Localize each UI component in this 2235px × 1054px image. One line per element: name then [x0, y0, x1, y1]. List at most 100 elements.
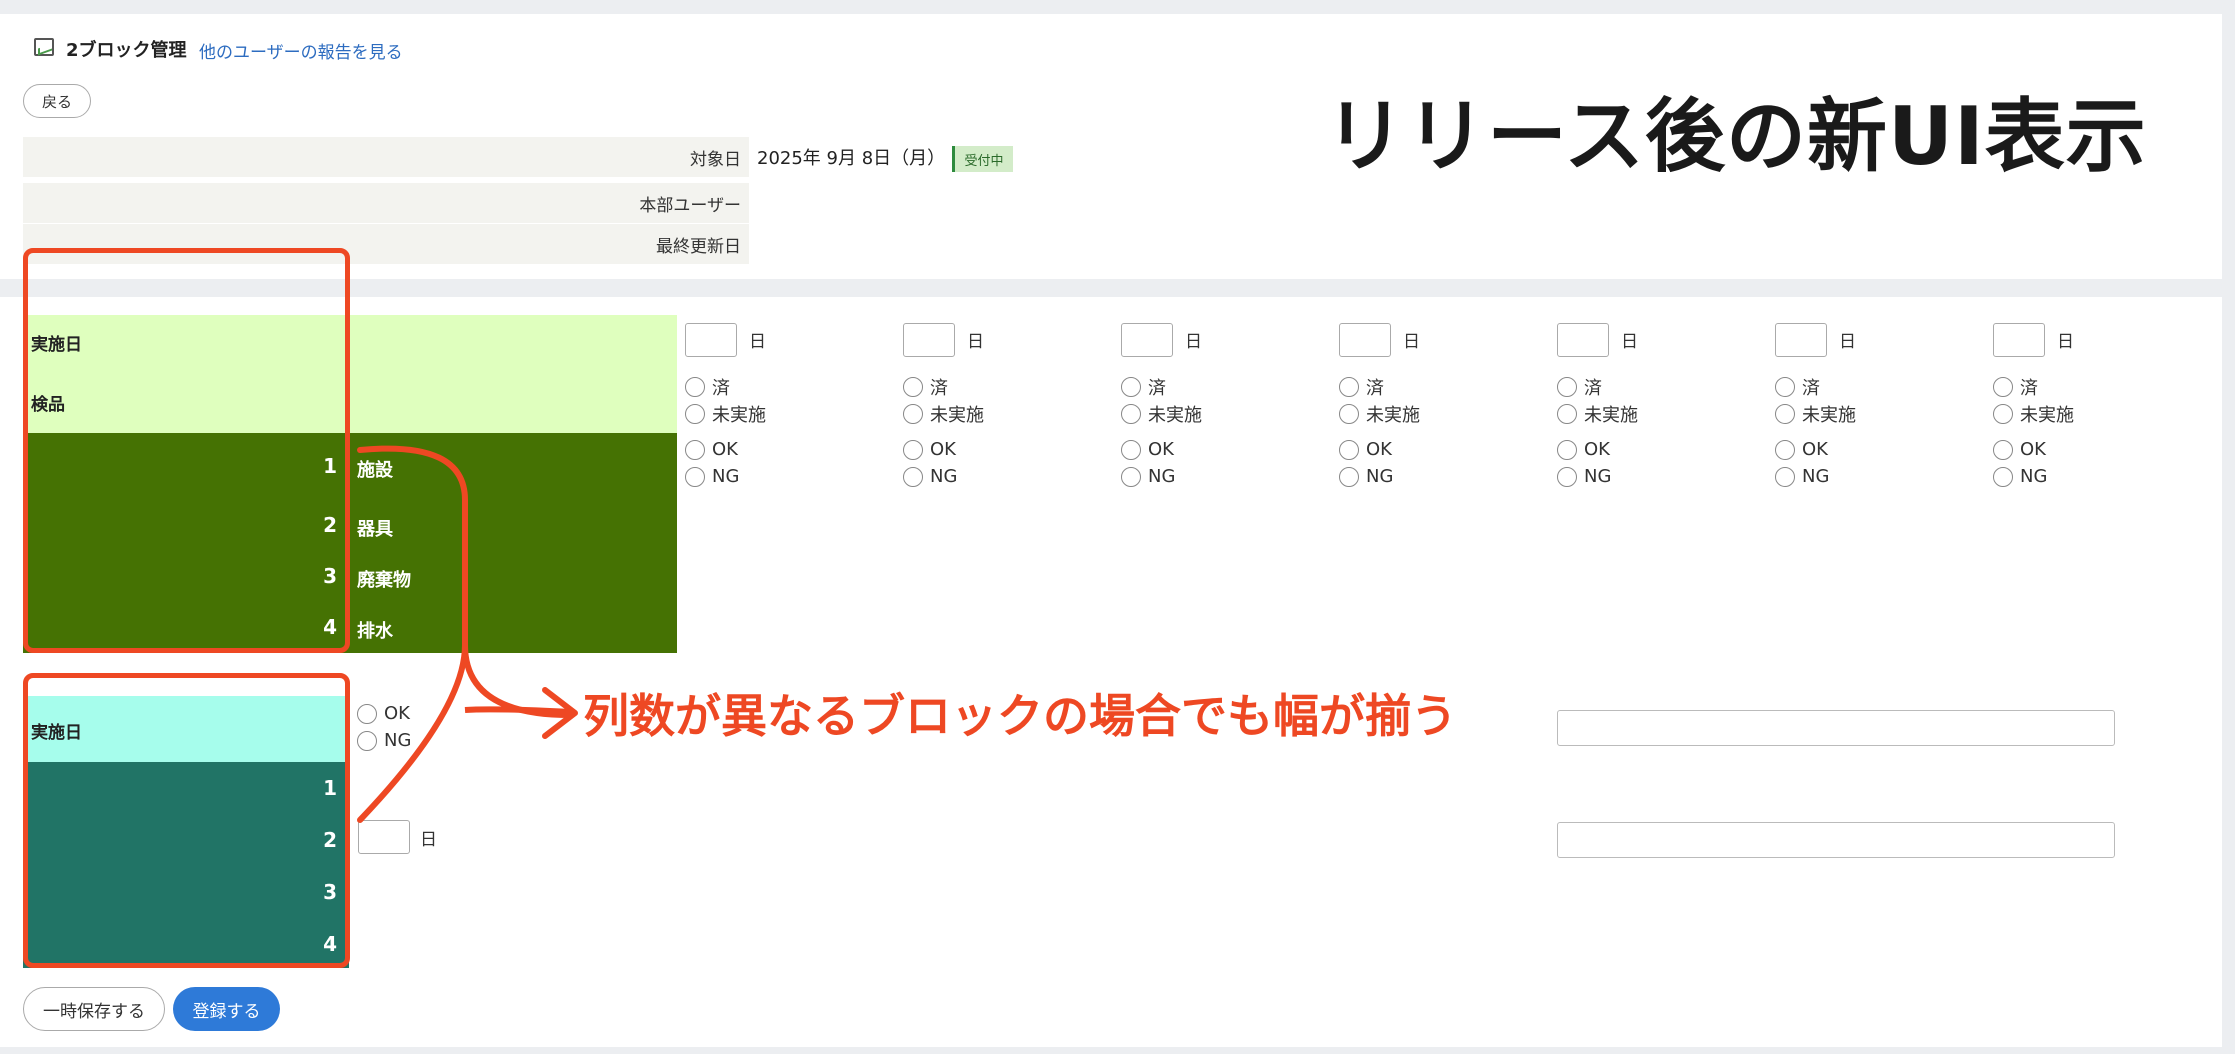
block1-day-input[interactable]	[1557, 323, 1609, 357]
radio-label: OK	[1366, 439, 1392, 460]
radio-button[interactable]	[1557, 466, 1577, 487]
radio-button[interactable]	[1775, 439, 1795, 460]
radio-button[interactable]	[1121, 377, 1141, 397]
radio-label: 済	[712, 378, 730, 399]
block1-done-option[interactable]: 済	[1557, 374, 1602, 400]
block1-day-input[interactable]	[1993, 323, 2045, 357]
day-suffix: 日	[1621, 332, 1638, 352]
radio-button[interactable]	[1557, 439, 1577, 460]
block2-text-input[interactable]	[1557, 710, 2115, 746]
radio-button[interactable]	[903, 377, 923, 397]
block1-not-done-option[interactable]: 未実施	[1339, 401, 1420, 427]
radio-label: NG	[1366, 466, 1394, 487]
radio-label: NG	[1584, 466, 1612, 487]
radio-label: 未実施	[1802, 405, 1856, 426]
radio-button[interactable]	[1339, 404, 1359, 424]
back-button[interactable]: 戻る	[23, 84, 91, 118]
block1-ok-option[interactable]: OK	[1339, 439, 1392, 460]
radio-button[interactable]	[685, 377, 705, 397]
block1-ng-option[interactable]: NG	[1121, 466, 1175, 487]
radio-button[interactable]	[685, 466, 705, 487]
hq-user-label: 本部ユーザー	[23, 183, 749, 223]
radio-label: 未実施	[712, 405, 766, 426]
submit-button[interactable]: 登録する	[173, 987, 280, 1031]
radio-button[interactable]	[1775, 404, 1795, 424]
radio-button[interactable]	[1339, 377, 1359, 397]
chart-icon	[34, 38, 54, 56]
block1-ok-option[interactable]: OK	[685, 439, 738, 460]
block1-ng-option[interactable]: NG	[903, 466, 957, 487]
block1-day-input[interactable]	[685, 323, 737, 357]
block1-done-option[interactable]: 済	[903, 374, 948, 400]
radio-label: 未実施	[2020, 405, 2074, 426]
radio-button[interactable]	[1775, 466, 1795, 487]
radio-button[interactable]	[1993, 377, 2013, 397]
day-suffix: 日	[1403, 332, 1420, 352]
block1-ng-option[interactable]: NG	[1775, 466, 1829, 487]
block1-ok-option[interactable]: OK	[1557, 439, 1610, 460]
block1-ok-option[interactable]: OK	[1993, 439, 2046, 460]
radio-label: NG	[930, 466, 958, 487]
block1-not-done-option[interactable]: 未実施	[1557, 401, 1638, 427]
radio-button[interactable]	[1993, 404, 2013, 424]
radio-button[interactable]	[1993, 439, 2013, 460]
radio-label: OK	[1148, 439, 1174, 460]
radio-button[interactable]	[903, 439, 923, 460]
radio-button[interactable]	[1993, 466, 2013, 487]
block1-done-option[interactable]: 済	[1993, 374, 2038, 400]
radio-button[interactable]	[903, 404, 923, 424]
block1-ok-option[interactable]: OK	[1775, 439, 1828, 460]
radio-label: 済	[930, 378, 948, 399]
block1-done-option[interactable]: 済	[1339, 374, 1384, 400]
block1-done-option[interactable]: 済	[1121, 374, 1166, 400]
radio-button[interactable]	[903, 466, 923, 487]
day-suffix: 日	[967, 332, 984, 352]
target-date-label: 対象日	[23, 137, 749, 177]
radio-button[interactable]	[1339, 439, 1359, 460]
release-ui-caption: リリース後の新UI表示	[1325, 90, 2147, 183]
block2-text-input[interactable]	[1557, 822, 2115, 858]
radio-button[interactable]	[685, 439, 705, 460]
block1-not-done-option[interactable]: 未実施	[1121, 401, 1202, 427]
highlight-box-block2	[23, 673, 350, 968]
radio-button[interactable]	[1121, 466, 1141, 487]
radio-button[interactable]	[685, 404, 705, 424]
block1-day-input[interactable]	[1121, 323, 1173, 357]
status-badge: 受付中	[952, 146, 1013, 172]
radio-button[interactable]	[1121, 439, 1141, 460]
radio-button[interactable]	[1557, 377, 1577, 397]
radio-button[interactable]	[1557, 404, 1577, 424]
block1-ng-option[interactable]: NG	[1557, 466, 1611, 487]
radio-button[interactable]	[1121, 404, 1141, 424]
block1-done-option[interactable]: 済	[685, 374, 730, 400]
day-suffix: 日	[1185, 332, 1202, 352]
block1-not-done-option[interactable]: 未実施	[1775, 401, 1856, 427]
block1-not-done-option[interactable]: 未実施	[685, 401, 766, 427]
radio-label: 未実施	[1584, 405, 1638, 426]
block1-not-done-option[interactable]: 未実施	[903, 401, 984, 427]
day-suffix: 日	[749, 332, 766, 352]
radio-label: 済	[1148, 378, 1166, 399]
block1-ok-option[interactable]: OK	[903, 439, 956, 460]
block1-ng-option[interactable]: NG	[1993, 466, 2047, 487]
block1-ng-option[interactable]: NG	[1339, 466, 1393, 487]
block1-ng-option[interactable]: NG	[685, 466, 739, 487]
radio-label: NG	[712, 466, 740, 487]
radio-label: NG	[2020, 466, 2048, 487]
day-suffix: 日	[2057, 332, 2074, 352]
block1-done-option[interactable]: 済	[1775, 374, 1820, 400]
radio-label: 済	[2020, 378, 2038, 399]
block1-ok-option[interactable]: OK	[1121, 439, 1174, 460]
radio-label: OK	[712, 439, 738, 460]
save-draft-button[interactable]: 一時保存する	[23, 987, 165, 1031]
radio-button[interactable]	[1775, 377, 1795, 397]
radio-label: NG	[1802, 466, 1830, 487]
radio-button[interactable]	[1339, 466, 1359, 487]
block1-day-input[interactable]	[1775, 323, 1827, 357]
block1-day-input[interactable]	[1339, 323, 1391, 357]
radio-label: OK	[930, 439, 956, 460]
block1-day-input[interactable]	[903, 323, 955, 357]
other-users-report-link[interactable]: 他のユーザーの報告を見る	[199, 38, 403, 63]
block1-not-done-option[interactable]: 未実施	[1993, 401, 2074, 427]
highlight-box-block1	[23, 248, 350, 653]
